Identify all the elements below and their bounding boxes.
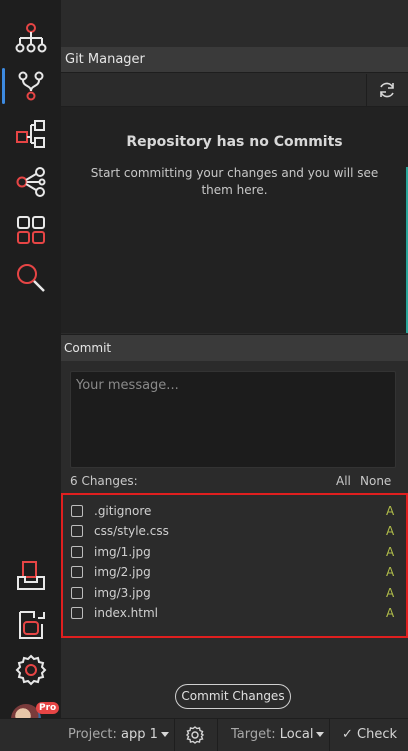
file-status: A — [386, 606, 395, 620]
empty-state-subtitle: Start committing your changes and you wi… — [90, 166, 379, 197]
chevron-down-icon — [160, 732, 169, 737]
top-strip — [61, 0, 408, 47]
file-name: css/style.css — [94, 524, 169, 538]
target-label: Target: — [231, 727, 276, 742]
commit-section-title: Commit — [64, 341, 112, 355]
settings-gear-icon[interactable] — [0, 648, 61, 692]
divider — [329, 719, 330, 751]
checkmark-icon: ✓ — [342, 727, 353, 742]
file-status: A — [386, 504, 395, 518]
file-name: img/3.jpg — [94, 586, 151, 600]
empty-state-title: Repository has no Commits — [126, 134, 343, 150]
status-bar: Project: app 1 Target: Local ✓ Check — [0, 718, 408, 751]
file-checkbox[interactable] — [71, 505, 83, 517]
panel-toolbar — [61, 73, 408, 107]
panel-header: Git Manager — [61, 47, 408, 73]
file-status: A — [386, 586, 395, 600]
divider — [174, 719, 175, 751]
file-checkbox[interactable] — [71, 566, 83, 578]
commit-history: Repository has no Commits Start committi… — [61, 107, 408, 333]
commit-message-input[interactable]: Your message... — [70, 371, 396, 468]
file-status: A — [386, 524, 395, 538]
project-value: app 1 — [121, 727, 158, 742]
apps-grid-icon[interactable] — [0, 208, 61, 252]
export-icon[interactable] — [0, 603, 61, 647]
org-chart-icon[interactable] — [0, 16, 61, 60]
commit-changes-button[interactable]: Commit Changes — [175, 684, 291, 709]
file-row[interactable]: index.html A — [63, 602, 406, 622]
panel-title: Git Manager — [65, 52, 145, 67]
chevron-down-icon — [316, 732, 325, 737]
refresh-button[interactable] — [366, 74, 406, 106]
changes-count: 6 Changes: — [70, 474, 138, 488]
file-row[interactable]: img/3.jpg A — [63, 582, 406, 602]
share-icon[interactable] — [0, 160, 61, 204]
check-label: Check — [357, 727, 398, 742]
file-checkbox[interactable] — [71, 525, 83, 537]
changed-files-list: .gitignore A css/style.css A img/1.jpg A… — [61, 493, 408, 638]
target-selector[interactable]: Target: Local — [231, 727, 325, 742]
file-row[interactable]: img/2.jpg A — [63, 561, 406, 581]
target-value: Local — [279, 727, 314, 742]
file-name: img/2.jpg — [94, 565, 151, 579]
deploy-flow-icon[interactable] — [0, 112, 61, 156]
file-checkbox[interactable] — [71, 546, 83, 558]
project-selector[interactable]: Project: app 1 — [68, 727, 169, 742]
file-status: A — [386, 545, 395, 559]
select-all-link[interactable]: All — [336, 474, 351, 488]
file-checkbox[interactable] — [71, 607, 83, 619]
inbox-tray-icon[interactable] — [0, 554, 61, 598]
changes-summary: 6 Changes: All None — [61, 474, 408, 490]
pro-badge: Pro — [36, 702, 60, 714]
file-row[interactable]: css/style.css A — [63, 520, 406, 540]
file-name: .gitignore — [94, 504, 152, 518]
check-button[interactable]: ✓ Check — [342, 727, 397, 742]
file-name: index.html — [94, 606, 158, 620]
divider — [217, 719, 218, 751]
search-icon[interactable] — [0, 256, 61, 300]
file-name: img/1.jpg — [94, 545, 151, 559]
file-row[interactable]: img/1.jpg A — [63, 541, 406, 561]
file-status: A — [386, 565, 395, 579]
refresh-icon — [379, 82, 394, 98]
file-row[interactable]: .gitignore A — [63, 500, 406, 520]
gear-icon[interactable] — [185, 725, 205, 745]
activity-bar: Pro — [0, 0, 61, 734]
commit-section-header: Commit — [61, 334, 408, 361]
project-label: Project: — [68, 727, 117, 742]
git-branch-icon[interactable] — [0, 64, 61, 108]
select-none-link[interactable]: None — [360, 474, 391, 488]
file-checkbox[interactable] — [71, 587, 83, 599]
git-manager-panel: Git Manager Repository has no Commits St… — [61, 0, 408, 718]
